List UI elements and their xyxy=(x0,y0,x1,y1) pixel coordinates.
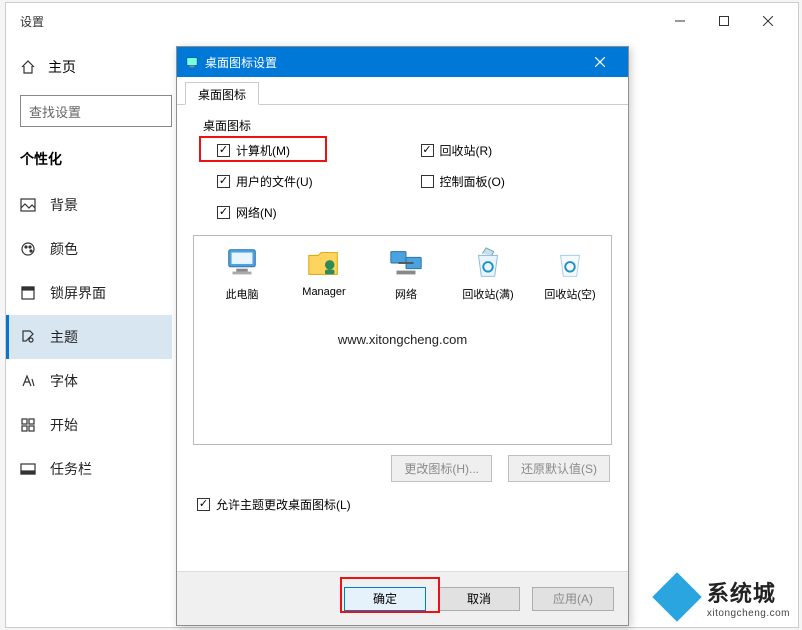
checkbox-computer[interactable]: 计算机(M) xyxy=(217,142,411,159)
icon-recycle-empty[interactable]: 回收站(空) xyxy=(540,244,600,302)
icon-this-pc[interactable]: 此电脑 xyxy=(212,244,272,302)
lockscreen-icon xyxy=(20,285,36,301)
checkbox-grid: 计算机(M) 回收站(R) 用户的文件(U) 控制面板(O) 网络(N) xyxy=(217,142,614,221)
checkbox-controlpanel[interactable]: 控制面板(O) xyxy=(421,173,615,190)
nav-lockscreen[interactable]: 锁屏界面 xyxy=(6,271,172,315)
home-icon xyxy=(20,59,36,75)
checkbox-icon xyxy=(197,498,210,511)
checkbox-icon xyxy=(217,206,230,219)
icon-label: Manager xyxy=(302,286,345,298)
nav-label: 任务栏 xyxy=(50,459,92,479)
close-button[interactable] xyxy=(746,6,790,36)
brand-logo-icon xyxy=(657,577,699,619)
nav-fonts[interactable]: 字体 xyxy=(6,359,172,403)
dialog-icon xyxy=(185,55,199,69)
picture-icon xyxy=(20,197,36,213)
recycle-full-icon xyxy=(469,244,507,282)
nav-label: 锁屏界面 xyxy=(50,283,106,303)
nav-label: 背景 xyxy=(50,195,78,215)
folder-user-icon xyxy=(305,244,343,282)
checkbox-icon xyxy=(421,175,434,188)
checkbox-label: 网络(N) xyxy=(236,204,277,221)
palette-icon xyxy=(20,241,36,257)
nav-taskbar[interactable]: 任务栏 xyxy=(6,447,172,491)
nav-label: 开始 xyxy=(50,415,78,435)
checkbox-label: 控制面板(O) xyxy=(440,173,505,190)
sidebar-home[interactable]: 主页 xyxy=(20,57,172,77)
checkbox-network[interactable]: 网络(N) xyxy=(217,204,411,221)
settings-title: 设置 xyxy=(20,13,44,30)
font-icon xyxy=(20,373,36,389)
ok-button[interactable]: 确定 xyxy=(344,587,426,611)
dialog-footer: 确定 取消 应用(A) xyxy=(177,571,628,625)
close-icon xyxy=(595,57,605,67)
taskbar-icon xyxy=(20,461,36,477)
checkbox-icon xyxy=(217,144,230,157)
start-icon xyxy=(20,417,36,433)
cancel-button[interactable]: 取消 xyxy=(438,587,520,611)
settings-titlebar: 设置 xyxy=(6,3,798,39)
brand-en: xitongcheng.com xyxy=(707,608,790,619)
change-icon-button[interactable]: 更改图标(H)... xyxy=(391,455,492,482)
brand-watermark: 系统城 xitongcheng.com xyxy=(657,576,790,619)
network-icon xyxy=(387,244,425,282)
desktop-icon-dialog: 桌面图标设置 桌面图标 桌面图标 计算机(M) 回收站(R) 用户的文件(U) xyxy=(176,46,629,626)
home-label: 主页 xyxy=(48,57,76,77)
icon-network[interactable]: 网络 xyxy=(376,244,436,302)
checkbox-label: 用户的文件(U) xyxy=(236,173,313,190)
icon-recycle-full[interactable]: 回收站(满) xyxy=(458,244,518,302)
settings-sidebar: 主页 查找设置 个性化 背景 颜色 锁屏界面 xyxy=(6,39,186,627)
brand-cn: 系统城 xyxy=(707,576,790,608)
checkbox-userfiles[interactable]: 用户的文件(U) xyxy=(217,173,411,190)
restore-default-button[interactable]: 还原默认值(S) xyxy=(508,455,610,482)
icon-row: 此电脑 Manager 网络 回收站(满) 回收站(空) xyxy=(200,244,605,302)
section-title: 个性化 xyxy=(20,149,172,169)
search-input[interactable]: 查找设置 xyxy=(20,95,172,127)
group-label: 桌面图标 xyxy=(203,117,614,134)
nav-themes[interactable]: 主题 xyxy=(6,315,172,359)
dialog-body: 桌面图标 计算机(M) 回收站(R) 用户的文件(U) 控制面板(O) 网络(N… xyxy=(177,105,628,523)
search-placeholder: 查找设置 xyxy=(29,102,81,121)
dialog-titlebar[interactable]: 桌面图标设置 xyxy=(177,47,628,77)
pc-icon xyxy=(223,244,261,282)
icon-label: 网络 xyxy=(395,286,417,302)
theme-icon xyxy=(20,329,36,345)
checkbox-recycle[interactable]: 回收站(R) xyxy=(421,142,615,159)
recycle-empty-icon xyxy=(551,244,589,282)
icon-label: 回收站(满) xyxy=(462,286,513,302)
dialog-title: 桌面图标设置 xyxy=(205,54,277,71)
allow-theme-checkbox[interactable]: 允许主题更改桌面图标(L) xyxy=(197,496,614,513)
window-controls xyxy=(658,6,790,36)
tab-desktop-icons[interactable]: 桌面图标 xyxy=(185,82,259,105)
nav-background[interactable]: 背景 xyxy=(6,183,172,227)
icon-label: 此电脑 xyxy=(226,286,259,302)
tab-strip: 桌面图标 xyxy=(177,77,628,105)
icon-buttons-row: 更改图标(H)... 还原默认值(S) xyxy=(191,455,610,482)
nav-label: 颜色 xyxy=(50,239,78,259)
maximize-button[interactable] xyxy=(702,6,746,36)
nav-label: 主题 xyxy=(50,327,78,347)
nav-colors[interactable]: 颜色 xyxy=(6,227,172,271)
apply-button[interactable]: 应用(A) xyxy=(532,587,614,611)
icon-manager[interactable]: Manager xyxy=(294,244,354,302)
icon-preview-panel: 此电脑 Manager 网络 回收站(满) 回收站(空) xyxy=(193,235,612,445)
brand-text: 系统城 xitongcheng.com xyxy=(707,576,790,619)
dialog-close-button[interactable] xyxy=(580,48,620,76)
nav-list: 背景 颜色 锁屏界面 主题 字体 xyxy=(6,183,172,491)
nav-label: 字体 xyxy=(50,371,78,391)
nav-start[interactable]: 开始 xyxy=(6,403,172,447)
watermark-text: www.xitongcheng.com xyxy=(200,332,605,347)
checkbox-label: 计算机(M) xyxy=(236,142,290,159)
checkbox-label: 回收站(R) xyxy=(440,142,493,159)
checkbox-icon xyxy=(421,144,434,157)
icon-label: 回收站(空) xyxy=(544,286,595,302)
minimize-button[interactable] xyxy=(658,6,702,36)
checkbox-icon xyxy=(217,175,230,188)
allow-theme-label: 允许主题更改桌面图标(L) xyxy=(216,496,351,513)
